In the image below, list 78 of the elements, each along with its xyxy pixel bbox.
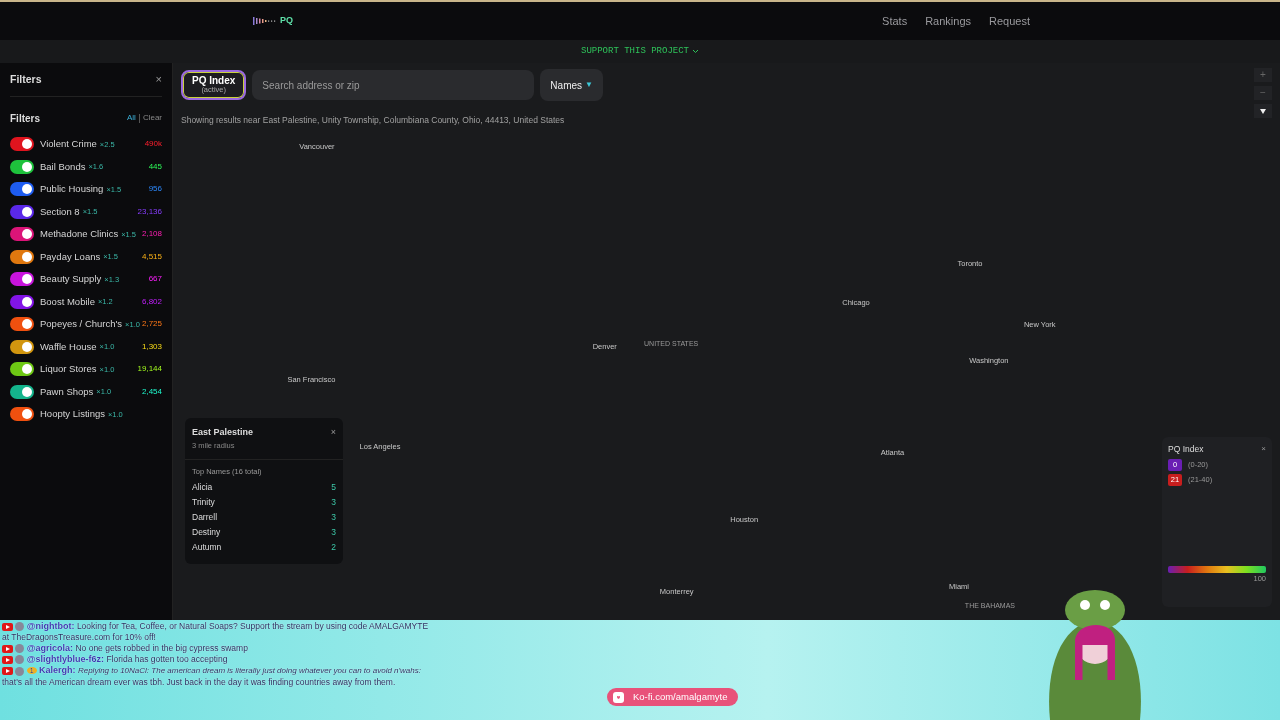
close-button[interactable]: × (1261, 443, 1266, 456)
chevron-down-icon[interactable] (692, 49, 699, 54)
play-logo-icon (2, 667, 13, 676)
toggle-switch[interactable] (10, 362, 34, 377)
count-label: 3 (331, 496, 336, 509)
toggle-switch[interactable] (10, 339, 34, 354)
filter-label: Hoopty Listings (40, 407, 105, 422)
nav-link[interactable]: Rankings (925, 12, 971, 30)
toggle-switch[interactable] (10, 182, 34, 197)
legend-title: PQ Index (1168, 443, 1204, 456)
toggle-switch[interactable] (10, 317, 34, 332)
filter-label: Liquor Stores (40, 362, 97, 377)
filter-label: Waffle House (40, 339, 97, 354)
search-field[interactable]: Search address or zip (252, 70, 535, 100)
toggle-switch[interactable] (10, 272, 34, 287)
select-all-link[interactable]: All (127, 112, 136, 124)
close-button[interactable]: × (155, 71, 162, 88)
count-label: 3 (331, 511, 336, 524)
play-logo-icon (2, 644, 13, 653)
filter-label: Bail Bonds (40, 159, 86, 174)
toggle-switch[interactable] (10, 204, 34, 219)
chat-message: @nightbot: Looking for Tea, Coffee, or Natural Soaps? Support the stream by using code AMALGAMYTE at TheDragonsTreasure.com for 10% off! (2, 621, 430, 643)
chat-message: @agricola: No one gets robbed in the big cypress swamp (2, 642, 434, 655)
chat-message: @slightlyblue-f6z: Florida has gotten too accepting (2, 654, 434, 666)
section-title: Filters (10, 111, 40, 126)
avatar-icon (15, 622, 25, 632)
filter-label: Section 8 (40, 204, 80, 219)
panel-title: Filters (10, 71, 42, 87)
logo-text[interactable]: PQ (280, 14, 293, 28)
toggle-switch[interactable] (10, 407, 34, 422)
filter-label: Methadone Clinics (40, 227, 119, 242)
kofi-link[interactable]: Ko-fi.com/amalgamyte (607, 688, 738, 707)
filter-label: Public Housing (40, 182, 104, 197)
count-label: 19,144 (137, 363, 162, 376)
name-label: Darrell (192, 511, 218, 524)
toggle-switch[interactable] (10, 159, 34, 174)
count-label: 1,303 (141, 340, 162, 353)
count-label: 2,725 (141, 318, 162, 331)
compass-icon[interactable] (1254, 104, 1272, 118)
close-button[interactable]: × (330, 426, 336, 451)
count-label: 23,136 (137, 205, 162, 218)
results-note: Showing results near East Palestine, Unity Township, Columbiana County, Ohio, 44413, United States (181, 114, 565, 127)
toggle-switch[interactable] (10, 384, 34, 399)
filter-label: Payday Loans (40, 249, 101, 264)
count-label: 2 (331, 541, 336, 554)
soundwave-logo-icon (253, 17, 277, 25)
name-label: Autumn (192, 541, 222, 554)
filter-label: Violent Crime (40, 137, 97, 152)
filter-label: Beauty Supply (40, 272, 102, 287)
count-label: 490k (144, 138, 162, 151)
count-label: 5 (331, 481, 336, 494)
play-logo-icon (2, 622, 13, 631)
count-label: 956 (148, 183, 162, 196)
mode-dropdown[interactable]: Names ▼ (540, 69, 603, 101)
name-label: Destiny (192, 526, 221, 539)
filter-label: Pawn Shops (40, 384, 94, 399)
cup-icon (613, 691, 627, 703)
support-link[interactable]: SUPPORT THIS PROJECT (581, 44, 689, 59)
name-label: Alicia (192, 481, 213, 494)
count-label: 2,108 (141, 228, 162, 241)
count-label: 4,515 (141, 250, 162, 263)
count-label: 3 (331, 526, 336, 539)
nav-link[interactable]: Request (989, 12, 1030, 30)
popup-title: East Palestine (192, 426, 254, 439)
toggle-switch[interactable] (10, 294, 34, 309)
count-label: 6,802 (141, 295, 162, 308)
play-logo-icon (2, 655, 13, 664)
nav-link[interactable]: Stats (882, 12, 908, 30)
toggle-switch[interactable] (10, 227, 34, 242)
filter-label: Boost Mobile (40, 294, 95, 309)
name-label: Trinity (192, 496, 215, 509)
filter-label: Popeyes / Church's (40, 317, 123, 332)
count-label: 2,454 (141, 385, 162, 398)
count-label: 667 (148, 273, 162, 286)
toggle-switch[interactable] (10, 249, 34, 264)
clear-link[interactable]: Clear (142, 112, 162, 124)
count-label: 445 (148, 160, 162, 173)
toggle-switch[interactable] (10, 137, 34, 152)
